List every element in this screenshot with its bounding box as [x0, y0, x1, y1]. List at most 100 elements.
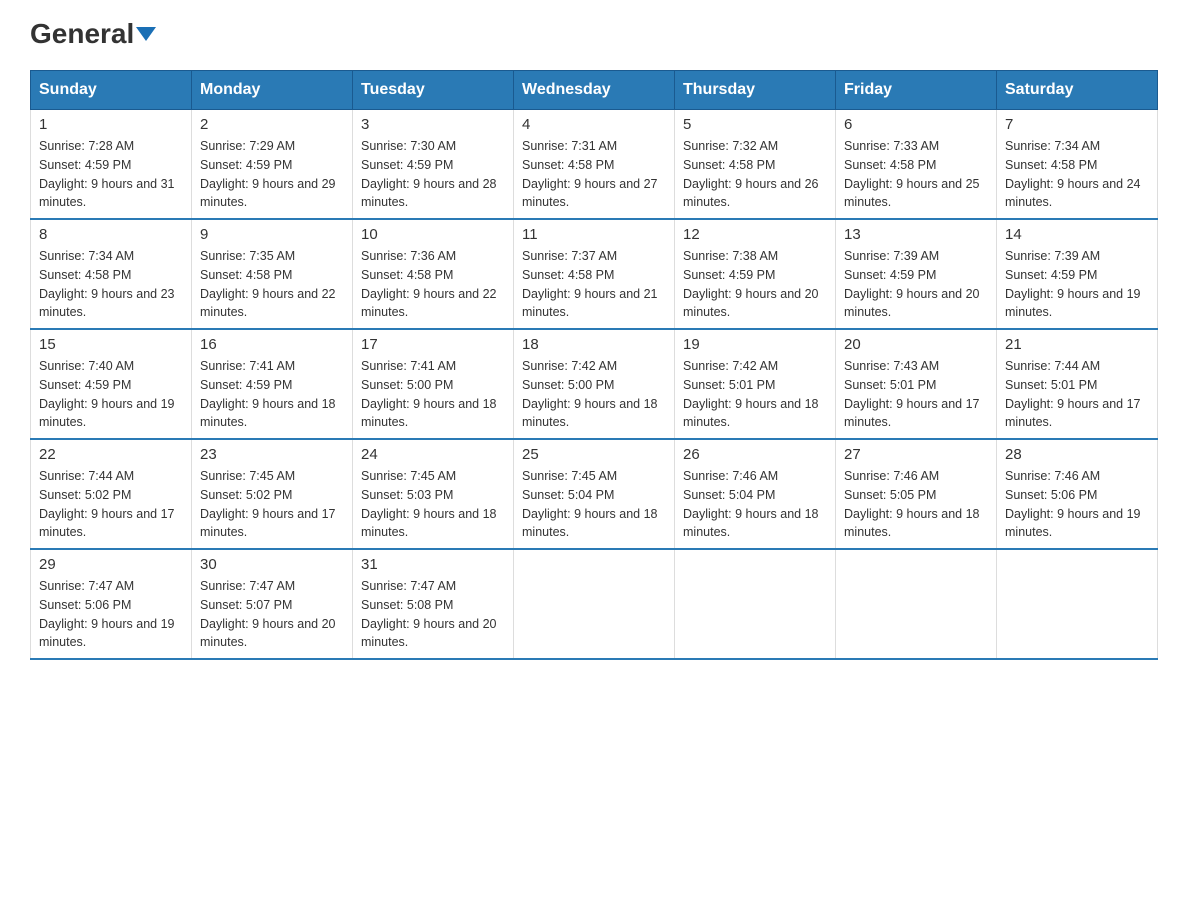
table-row: 12 Sunrise: 7:38 AM Sunset: 4:59 PM Dayl… [675, 219, 836, 329]
table-row: 5 Sunrise: 7:32 AM Sunset: 4:58 PM Dayli… [675, 110, 836, 220]
day-info: Sunrise: 7:31 AM Sunset: 4:58 PM Dayligh… [522, 137, 666, 212]
day-number: 5 [683, 116, 827, 133]
day-info: Sunrise: 7:41 AM Sunset: 5:00 PM Dayligh… [361, 357, 505, 432]
calendar-week-row: 1 Sunrise: 7:28 AM Sunset: 4:59 PM Dayli… [31, 110, 1158, 220]
table-row: 6 Sunrise: 7:33 AM Sunset: 4:58 PM Dayli… [836, 110, 997, 220]
day-info: Sunrise: 7:42 AM Sunset: 5:01 PM Dayligh… [683, 357, 827, 432]
day-info: Sunrise: 7:42 AM Sunset: 5:00 PM Dayligh… [522, 357, 666, 432]
day-number: 16 [200, 336, 344, 353]
day-number: 3 [361, 116, 505, 133]
table-row: 16 Sunrise: 7:41 AM Sunset: 4:59 PM Dayl… [192, 329, 353, 439]
table-row: 11 Sunrise: 7:37 AM Sunset: 4:58 PM Dayl… [514, 219, 675, 329]
table-row [514, 549, 675, 659]
day-info: Sunrise: 7:36 AM Sunset: 4:58 PM Dayligh… [361, 247, 505, 322]
table-row: 20 Sunrise: 7:43 AM Sunset: 5:01 PM Dayl… [836, 329, 997, 439]
day-info: Sunrise: 7:29 AM Sunset: 4:59 PM Dayligh… [200, 137, 344, 212]
day-info: Sunrise: 7:37 AM Sunset: 4:58 PM Dayligh… [522, 247, 666, 322]
day-info: Sunrise: 7:32 AM Sunset: 4:58 PM Dayligh… [683, 137, 827, 212]
day-number: 25 [522, 446, 666, 463]
day-info: Sunrise: 7:45 AM Sunset: 5:03 PM Dayligh… [361, 467, 505, 542]
table-row: 7 Sunrise: 7:34 AM Sunset: 4:58 PM Dayli… [997, 110, 1158, 220]
day-number: 4 [522, 116, 666, 133]
table-row [997, 549, 1158, 659]
day-info: Sunrise: 7:46 AM Sunset: 5:06 PM Dayligh… [1005, 467, 1149, 542]
day-number: 22 [39, 446, 183, 463]
calendar-week-row: 8 Sunrise: 7:34 AM Sunset: 4:58 PM Dayli… [31, 219, 1158, 329]
table-row: 22 Sunrise: 7:44 AM Sunset: 5:02 PM Dayl… [31, 439, 192, 549]
table-row: 29 Sunrise: 7:47 AM Sunset: 5:06 PM Dayl… [31, 549, 192, 659]
day-number: 28 [1005, 446, 1149, 463]
day-info: Sunrise: 7:47 AM Sunset: 5:06 PM Dayligh… [39, 577, 183, 652]
table-row [675, 549, 836, 659]
table-row [836, 549, 997, 659]
page-header: General [30, 20, 1158, 50]
table-row: 15 Sunrise: 7:40 AM Sunset: 4:59 PM Dayl… [31, 329, 192, 439]
day-number: 11 [522, 226, 666, 243]
day-info: Sunrise: 7:45 AM Sunset: 5:04 PM Dayligh… [522, 467, 666, 542]
logo: General [30, 20, 156, 50]
calendar-table: Sunday Monday Tuesday Wednesday Thursday… [30, 70, 1158, 660]
day-number: 31 [361, 556, 505, 573]
day-info: Sunrise: 7:40 AM Sunset: 4:59 PM Dayligh… [39, 357, 183, 432]
day-number: 26 [683, 446, 827, 463]
table-row: 3 Sunrise: 7:30 AM Sunset: 4:59 PM Dayli… [353, 110, 514, 220]
col-wednesday: Wednesday [514, 71, 675, 110]
day-number: 24 [361, 446, 505, 463]
col-tuesday: Tuesday [353, 71, 514, 110]
day-number: 19 [683, 336, 827, 353]
day-info: Sunrise: 7:39 AM Sunset: 4:59 PM Dayligh… [1005, 247, 1149, 322]
calendar-week-row: 22 Sunrise: 7:44 AM Sunset: 5:02 PM Dayl… [31, 439, 1158, 549]
col-saturday: Saturday [997, 71, 1158, 110]
table-row: 2 Sunrise: 7:29 AM Sunset: 4:59 PM Dayli… [192, 110, 353, 220]
day-number: 30 [200, 556, 344, 573]
day-number: 23 [200, 446, 344, 463]
day-info: Sunrise: 7:28 AM Sunset: 4:59 PM Dayligh… [39, 137, 183, 212]
calendar-week-row: 15 Sunrise: 7:40 AM Sunset: 4:59 PM Dayl… [31, 329, 1158, 439]
table-row: 8 Sunrise: 7:34 AM Sunset: 4:58 PM Dayli… [31, 219, 192, 329]
table-row: 25 Sunrise: 7:45 AM Sunset: 5:04 PM Dayl… [514, 439, 675, 549]
day-number: 15 [39, 336, 183, 353]
day-info: Sunrise: 7:46 AM Sunset: 5:05 PM Dayligh… [844, 467, 988, 542]
col-friday: Friday [836, 71, 997, 110]
table-row: 9 Sunrise: 7:35 AM Sunset: 4:58 PM Dayli… [192, 219, 353, 329]
table-row: 1 Sunrise: 7:28 AM Sunset: 4:59 PM Dayli… [31, 110, 192, 220]
day-info: Sunrise: 7:41 AM Sunset: 4:59 PM Dayligh… [200, 357, 344, 432]
day-number: 21 [1005, 336, 1149, 353]
table-row: 18 Sunrise: 7:42 AM Sunset: 5:00 PM Dayl… [514, 329, 675, 439]
day-number: 29 [39, 556, 183, 573]
day-info: Sunrise: 7:46 AM Sunset: 5:04 PM Dayligh… [683, 467, 827, 542]
table-row: 31 Sunrise: 7:47 AM Sunset: 5:08 PM Dayl… [353, 549, 514, 659]
day-number: 1 [39, 116, 183, 133]
day-info: Sunrise: 7:43 AM Sunset: 5:01 PM Dayligh… [844, 357, 988, 432]
col-thursday: Thursday [675, 71, 836, 110]
day-number: 2 [200, 116, 344, 133]
table-row: 27 Sunrise: 7:46 AM Sunset: 5:05 PM Dayl… [836, 439, 997, 549]
day-info: Sunrise: 7:47 AM Sunset: 5:08 PM Dayligh… [361, 577, 505, 652]
day-info: Sunrise: 7:34 AM Sunset: 4:58 PM Dayligh… [39, 247, 183, 322]
table-row: 23 Sunrise: 7:45 AM Sunset: 5:02 PM Dayl… [192, 439, 353, 549]
table-row: 19 Sunrise: 7:42 AM Sunset: 5:01 PM Dayl… [675, 329, 836, 439]
calendar-header-row: Sunday Monday Tuesday Wednesday Thursday… [31, 71, 1158, 110]
day-info: Sunrise: 7:45 AM Sunset: 5:02 PM Dayligh… [200, 467, 344, 542]
day-info: Sunrise: 7:47 AM Sunset: 5:07 PM Dayligh… [200, 577, 344, 652]
day-number: 9 [200, 226, 344, 243]
day-number: 13 [844, 226, 988, 243]
day-number: 7 [1005, 116, 1149, 133]
day-info: Sunrise: 7:33 AM Sunset: 4:58 PM Dayligh… [844, 137, 988, 212]
table-row: 21 Sunrise: 7:44 AM Sunset: 5:01 PM Dayl… [997, 329, 1158, 439]
calendar-week-row: 29 Sunrise: 7:47 AM Sunset: 5:06 PM Dayl… [31, 549, 1158, 659]
table-row: 30 Sunrise: 7:47 AM Sunset: 5:07 PM Dayl… [192, 549, 353, 659]
day-number: 14 [1005, 226, 1149, 243]
day-number: 27 [844, 446, 988, 463]
table-row: 14 Sunrise: 7:39 AM Sunset: 4:59 PM Dayl… [997, 219, 1158, 329]
day-info: Sunrise: 7:39 AM Sunset: 4:59 PM Dayligh… [844, 247, 988, 322]
day-info: Sunrise: 7:44 AM Sunset: 5:02 PM Dayligh… [39, 467, 183, 542]
table-row: 13 Sunrise: 7:39 AM Sunset: 4:59 PM Dayl… [836, 219, 997, 329]
table-row: 17 Sunrise: 7:41 AM Sunset: 5:00 PM Dayl… [353, 329, 514, 439]
day-number: 18 [522, 336, 666, 353]
day-number: 17 [361, 336, 505, 353]
day-number: 6 [844, 116, 988, 133]
col-monday: Monday [192, 71, 353, 110]
day-number: 10 [361, 226, 505, 243]
day-number: 12 [683, 226, 827, 243]
